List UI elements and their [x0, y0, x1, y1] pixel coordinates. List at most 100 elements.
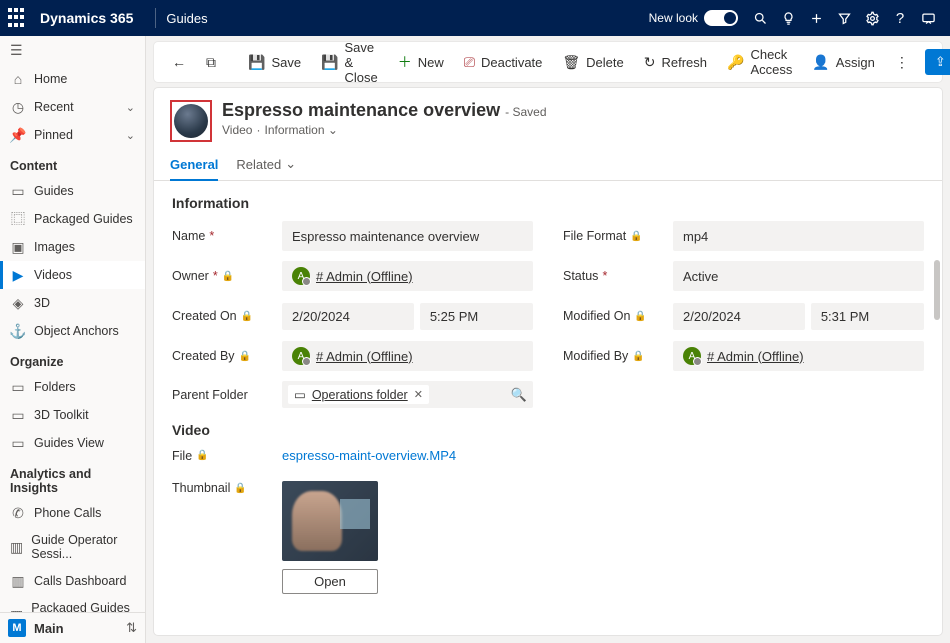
nav-guides[interactable]: ▭Guides [0, 177, 145, 205]
toolkit-icon: ▭ [10, 407, 26, 423]
plus-icon[interactable] [802, 4, 830, 32]
field-status: Status * Active [563, 261, 924, 291]
refresh-button[interactable]: ↻Refresh [636, 50, 715, 75]
app-launcher-icon[interactable] [8, 8, 28, 28]
tab-general[interactable]: General [170, 152, 218, 180]
share-button[interactable]: ⇪Share⌄ [925, 49, 950, 75]
save-close-icon: 💾 [321, 54, 338, 71]
nav-images[interactable]: ▣Images [0, 233, 145, 261]
new-look-toggle[interactable]: New look [649, 10, 738, 26]
chevron-down-icon: ⌄ [126, 129, 135, 142]
avatar: A [292, 347, 310, 365]
file-link[interactable]: espresso-maint-overview.MP4 [282, 448, 456, 463]
saved-status: - Saved [505, 105, 546, 119]
lookup-chip[interactable]: ▭ Operations folder ✕ [288, 385, 429, 404]
chart-icon: ▥ [10, 539, 23, 555]
lock-icon: 🔒 [634, 311, 646, 322]
record-subtitle: Video · Information ⌄ [222, 123, 547, 137]
status-input[interactable]: Active [673, 261, 924, 291]
nav-calls-dashboard[interactable]: ▥Calls Dashboard [0, 567, 145, 595]
nav-recent[interactable]: ◷ Recent ⌄ [0, 93, 145, 121]
chat-icon[interactable] [914, 4, 942, 32]
person-icon: 👤 [812, 54, 829, 71]
name-input[interactable]: Espresso maintenance overview [282, 221, 533, 251]
avatar: A [683, 347, 701, 365]
chevron-down-icon: ⌄ [285, 156, 296, 172]
thumbnail-image[interactable] [282, 481, 378, 561]
nav-phone-calls[interactable]: ✆Phone Calls [0, 499, 145, 527]
trash-icon: 🗑 [562, 54, 580, 71]
new-button[interactable]: ＋New [390, 48, 452, 76]
gear-icon[interactable] [858, 4, 886, 32]
nav-object-anchors[interactable]: ⚓Object Anchors [0, 317, 145, 345]
home-icon: ⌂ [10, 71, 26, 87]
assign-button[interactable]: 👤Assign [804, 50, 882, 75]
parent-folder-lookup[interactable]: ▭ Operations folder ✕ 🔍 [282, 381, 533, 408]
section-video: Video [154, 408, 942, 448]
new-look-label: New look [649, 11, 698, 25]
nav-packaged-guides[interactable]: ⿴Packaged Guides [0, 205, 145, 233]
fileformat-value: mp4 [673, 221, 924, 251]
form-body: Information Name * Espresso maintenance … [154, 181, 942, 606]
record-title: Espresso maintenance overview - Saved [222, 100, 547, 121]
key-icon: 🔑 [727, 54, 744, 71]
deactivate-button[interactable]: ⎚Deactivate [456, 50, 551, 75]
popout-icon: ⧉ [206, 54, 216, 71]
field-createdon: Created On 🔒 2/20/2024 5:25 PM [172, 301, 533, 331]
lock-icon: 🔒 [222, 271, 234, 282]
clock-icon: ◷ [10, 99, 26, 115]
remove-chip-icon[interactable]: ✕ [414, 388, 423, 401]
nav-videos[interactable]: ▶Videos [0, 261, 145, 289]
lightbulb-icon[interactable] [774, 4, 802, 32]
info-grid: Name * Espresso maintenance overview Fil… [154, 221, 942, 408]
open-new-window-button[interactable]: ⧉ [198, 50, 224, 75]
filter-icon[interactable] [830, 4, 858, 32]
back-icon: ← [172, 54, 186, 70]
nav-3d-toolkit[interactable]: ▭3D Toolkit [0, 401, 145, 429]
nav-folders[interactable]: ▭Folders [0, 373, 145, 401]
modifiedby-value[interactable]: A# Admin (Offline) [673, 341, 924, 371]
field-modifiedon: Modified On 🔒 2/20/2024 5:31 PM [563, 301, 924, 331]
scrollbar[interactable] [934, 260, 940, 320]
field-name: Name * Espresso maintenance overview [172, 221, 533, 251]
modifiedon-value: 2/20/2024 5:31 PM [673, 301, 924, 331]
nav-section-organize: Organize [0, 345, 145, 373]
field-parent-folder: Parent Folder ▭ Operations folder ✕ 🔍 [172, 381, 533, 408]
nav-packaged-op[interactable]: ▥Packaged Guides Op... [0, 595, 145, 612]
save-button[interactable]: 💾Save [240, 50, 309, 75]
delete-button[interactable]: 🗑Delete [554, 50, 631, 75]
plus-icon: ＋ [398, 52, 412, 72]
check-access-button[interactable]: 🔑Check Access [719, 43, 800, 81]
createdby-value[interactable]: A# Admin (Offline) [282, 341, 533, 371]
area-switcher[interactable]: M Main ⇅ [0, 612, 145, 643]
avatar: A [292, 267, 310, 285]
site-nav: ☰ ⌂ Home ◷ Recent ⌄ 📌 Pinned ⌄ Content ▭… [0, 36, 146, 643]
save-close-button[interactable]: 💾Save & Close [313, 36, 386, 89]
record-form: Espresso maintenance overview - Saved Vi… [154, 88, 942, 635]
form-header: Espresso maintenance overview - Saved Vi… [154, 88, 942, 142]
nav-pinned[interactable]: 📌 Pinned ⌄ [0, 121, 145, 149]
tab-related[interactable]: Related⌄ [236, 152, 296, 180]
toggle-switch-icon[interactable] [704, 10, 738, 26]
field-fileformat: File Format 🔒 mp4 [563, 221, 924, 251]
folder-icon: ▭ [10, 379, 26, 395]
nav-home[interactable]: ⌂ Home [0, 65, 145, 93]
nav-3d[interactable]: ◈3D [0, 289, 145, 317]
record-image[interactable] [174, 104, 208, 138]
form-selector[interactable]: Information ⌄ [264, 123, 337, 137]
search-icon[interactable] [746, 4, 774, 32]
search-icon[interactable]: 🔍 [511, 387, 527, 403]
record-image-highlight [170, 100, 212, 142]
lock-icon: 🔒 [234, 483, 246, 494]
open-button[interactable]: Open [282, 569, 378, 594]
collapse-nav-icon[interactable]: ☰ [0, 36, 145, 65]
nav-operator-sessions[interactable]: ▥Guide Operator Sessi... [0, 527, 145, 567]
help-icon[interactable]: ? [886, 4, 914, 32]
field-file: File 🔒 espresso-maint-overview.MP4 [172, 448, 548, 463]
back-button[interactable]: ← [164, 50, 194, 74]
nav-guides-view[interactable]: ▭Guides View [0, 429, 145, 457]
chevron-down-icon: ⌄ [126, 101, 135, 114]
header-divider [155, 8, 156, 28]
owner-value[interactable]: A# Admin (Offline) [282, 261, 533, 291]
overflow-button[interactable]: ⋮ [887, 50, 917, 75]
